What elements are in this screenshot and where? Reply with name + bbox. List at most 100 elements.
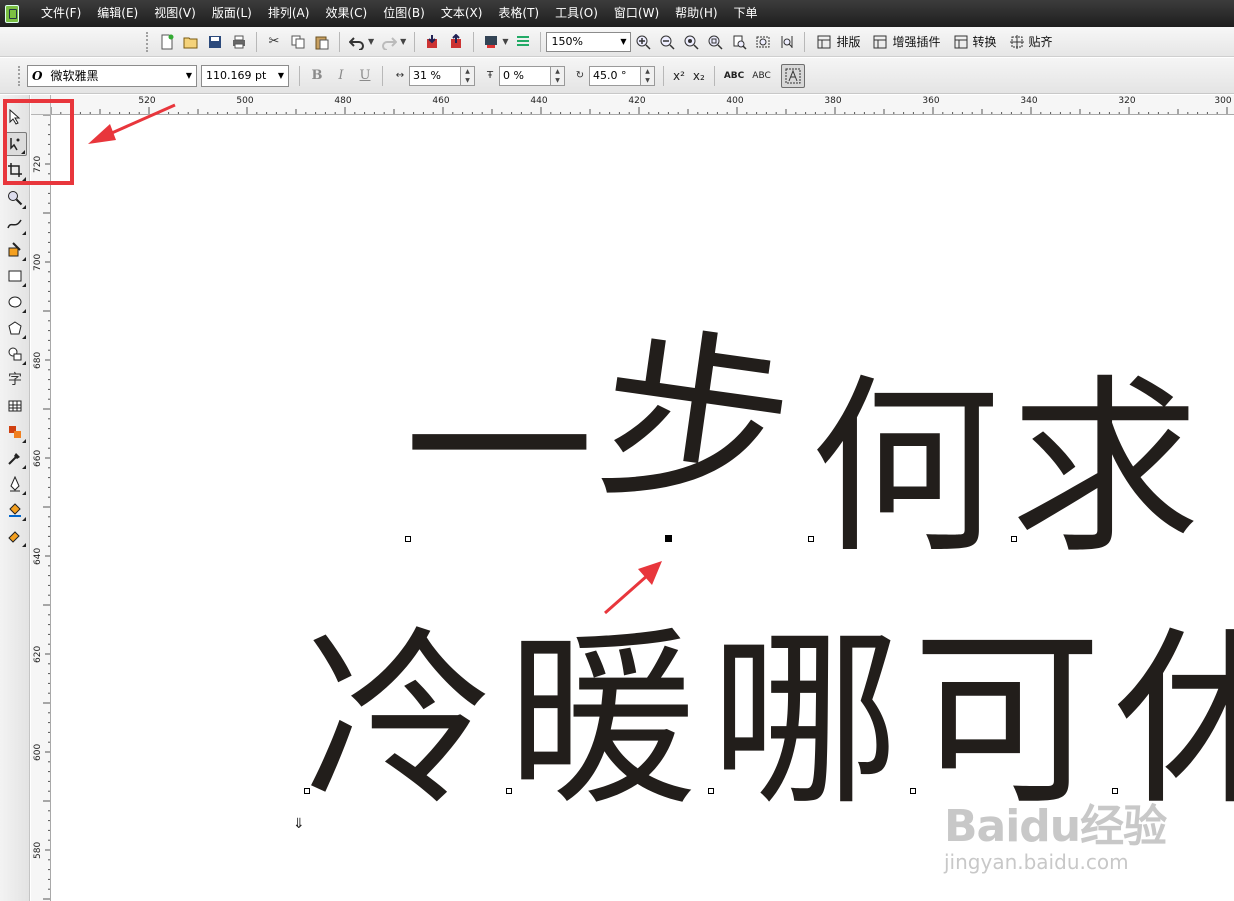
subscript-button[interactable]: x₂ bbox=[689, 65, 709, 87]
ellipse-tool-icon[interactable] bbox=[3, 290, 27, 314]
menu-file[interactable]: 文件(F) bbox=[33, 0, 89, 27]
character-node[interactable] bbox=[506, 788, 512, 794]
zoom-page-icon[interactable] bbox=[728, 31, 750, 53]
character-node[interactable] bbox=[304, 788, 310, 794]
rectangle-tool-icon[interactable] bbox=[3, 264, 27, 288]
launcher-dropdown-icon[interactable]: ▼ bbox=[502, 37, 508, 46]
menu-window[interactable]: 窗口(W) bbox=[606, 0, 667, 27]
print-icon[interactable] bbox=[228, 31, 250, 53]
underline-button[interactable]: U bbox=[355, 65, 375, 87]
menu-table[interactable]: 表格(T) bbox=[490, 0, 547, 27]
small-caps-button[interactable]: ABC bbox=[720, 65, 748, 87]
char-spacing-field[interactable]: 31 % bbox=[409, 65, 461, 86]
polygon-tool-icon[interactable] bbox=[3, 316, 27, 340]
font-name-select[interactable]: O 微软雅黑 ▼ bbox=[27, 64, 197, 87]
line-spacing-field[interactable]: 0 % bbox=[499, 65, 551, 86]
menu-bitmaps[interactable]: 位图(B) bbox=[375, 0, 433, 27]
canvas-glyph[interactable]: 一 bbox=[404, 356, 594, 546]
stepper-down-icon[interactable]: ▼ bbox=[461, 76, 474, 85]
canvas-glyph[interactable]: 何 bbox=[810, 374, 1000, 564]
stepper-up-icon[interactable]: ▲ bbox=[641, 67, 654, 76]
application-launcher-icon[interactable] bbox=[480, 31, 502, 53]
canvas-glyph[interactable]: 休 bbox=[1114, 626, 1234, 816]
text-tool[interactable]: 字 bbox=[3, 367, 27, 391]
menu-order[interactable]: 下单 bbox=[726, 0, 766, 27]
text-tool-options-icon[interactable] bbox=[780, 63, 805, 88]
canvas-glyph[interactable]: 步 bbox=[586, 302, 805, 547]
redo-icon[interactable] bbox=[378, 31, 400, 53]
redo-dropdown-icon[interactable]: ▼ bbox=[400, 37, 406, 46]
options-list-icon[interactable] bbox=[512, 31, 534, 53]
toolbar-grip[interactable] bbox=[146, 31, 149, 52]
horizontal-ruler[interactable]: 520 500 480 460 440 420 400 380 360 340 … bbox=[51, 95, 1234, 115]
freehand-tool-icon[interactable] bbox=[3, 212, 27, 236]
zoom-all-objects-icon[interactable] bbox=[704, 31, 726, 53]
selected-character-node[interactable] bbox=[665, 535, 672, 542]
eyedropper-tool-icon[interactable] bbox=[3, 446, 27, 470]
line-spacing-stepper[interactable]: ▲ ▼ bbox=[551, 65, 565, 86]
font-size-select[interactable]: 110.169 pt ▼ bbox=[201, 64, 289, 87]
open-folder-icon[interactable] bbox=[180, 31, 202, 53]
import-icon[interactable] bbox=[421, 31, 443, 53]
table-tool-icon[interactable] bbox=[3, 394, 27, 418]
superscript-button[interactable]: x² bbox=[669, 65, 689, 87]
zoom-page-height-icon[interactable] bbox=[776, 31, 798, 53]
interactive-fill-tool-icon[interactable] bbox=[3, 524, 27, 548]
character-node[interactable] bbox=[405, 536, 411, 542]
cut-icon[interactable]: ✂ bbox=[263, 31, 285, 53]
angle-field[interactable]: 45.0 ° bbox=[589, 65, 641, 86]
zoom-tool-icon[interactable] bbox=[3, 186, 27, 210]
zoom-page-width-icon[interactable] bbox=[752, 31, 774, 53]
undo-dropdown-icon[interactable]: ▼ bbox=[368, 37, 374, 46]
fill-tool-icon[interactable] bbox=[3, 498, 27, 522]
canvas-glyph[interactable]: 冷 bbox=[304, 626, 494, 816]
character-node[interactable] bbox=[808, 536, 814, 542]
snap-button[interactable]: 贴齐 bbox=[1003, 31, 1059, 53]
new-file-icon[interactable] bbox=[156, 31, 178, 53]
menu-layout[interactable]: 版面(L) bbox=[204, 0, 260, 27]
zoom-level-select[interactable]: 150% ▼ bbox=[546, 31, 632, 52]
canvas-glyph[interactable]: 求 bbox=[1010, 374, 1200, 564]
basic-shapes-tool-icon[interactable] bbox=[3, 342, 27, 366]
menu-view[interactable]: 视图(V) bbox=[146, 0, 204, 27]
drawing-canvas[interactable]: 一 步 何 求 冷 暖 哪 可 休 ⇓ bbox=[52, 116, 1234, 901]
char-spacing-stepper[interactable]: ▲ ▼ bbox=[461, 65, 475, 86]
character-node[interactable] bbox=[1011, 536, 1017, 542]
canvas-glyph[interactable]: 可 bbox=[912, 626, 1102, 816]
menu-help[interactable]: 帮助(H) bbox=[667, 0, 725, 27]
stepper-up-icon[interactable]: ▲ bbox=[461, 67, 474, 76]
stepper-down-icon[interactable]: ▼ bbox=[641, 76, 654, 85]
export-icon[interactable] bbox=[445, 31, 467, 53]
blend-tool-icon[interactable] bbox=[3, 420, 27, 444]
character-node[interactable] bbox=[708, 788, 714, 794]
menu-effects[interactable]: 效果(C) bbox=[317, 0, 375, 27]
italic-button[interactable]: I bbox=[331, 65, 351, 87]
menu-tools[interactable]: 工具(O) bbox=[547, 0, 606, 27]
save-icon[interactable] bbox=[204, 31, 226, 53]
text-frame-handle-icon[interactable]: ⇓ bbox=[293, 816, 305, 832]
menu-arrange[interactable]: 排列(A) bbox=[260, 0, 318, 27]
menu-text[interactable]: 文本(X) bbox=[433, 0, 491, 27]
zoom-out-icon[interactable] bbox=[656, 31, 678, 53]
menu-edit[interactable]: 编辑(E) bbox=[89, 0, 146, 27]
angle-stepper[interactable]: ▲ ▼ bbox=[641, 65, 655, 86]
stepper-down-icon[interactable]: ▼ bbox=[551, 76, 564, 85]
outline-pen-tool-icon[interactable] bbox=[3, 472, 27, 496]
undo-icon[interactable] bbox=[346, 31, 368, 53]
convert-button[interactable]: 转换 bbox=[947, 31, 1003, 53]
toolbar-grip[interactable] bbox=[18, 65, 21, 86]
smart-fill-tool-icon[interactable] bbox=[3, 238, 27, 262]
character-node[interactable] bbox=[910, 788, 916, 794]
vertical-ruler[interactable]: 720 700 680 660 640 620 600 580 bbox=[31, 115, 51, 901]
bold-button[interactable]: B bbox=[307, 65, 327, 87]
plugins-button[interactable]: 增强插件 bbox=[866, 31, 946, 53]
app-icon[interactable] bbox=[5, 4, 19, 23]
paste-icon[interactable] bbox=[311, 31, 333, 53]
zoom-selected-icon[interactable] bbox=[680, 31, 702, 53]
canvas-glyph[interactable]: 哪 bbox=[710, 626, 900, 816]
zoom-in-icon[interactable] bbox=[632, 31, 654, 53]
copy-icon[interactable] bbox=[287, 31, 309, 53]
stepper-up-icon[interactable]: ▲ bbox=[551, 67, 564, 76]
all-caps-button[interactable]: ABC bbox=[748, 65, 774, 87]
layout-button[interactable]: 排版 bbox=[810, 31, 866, 53]
